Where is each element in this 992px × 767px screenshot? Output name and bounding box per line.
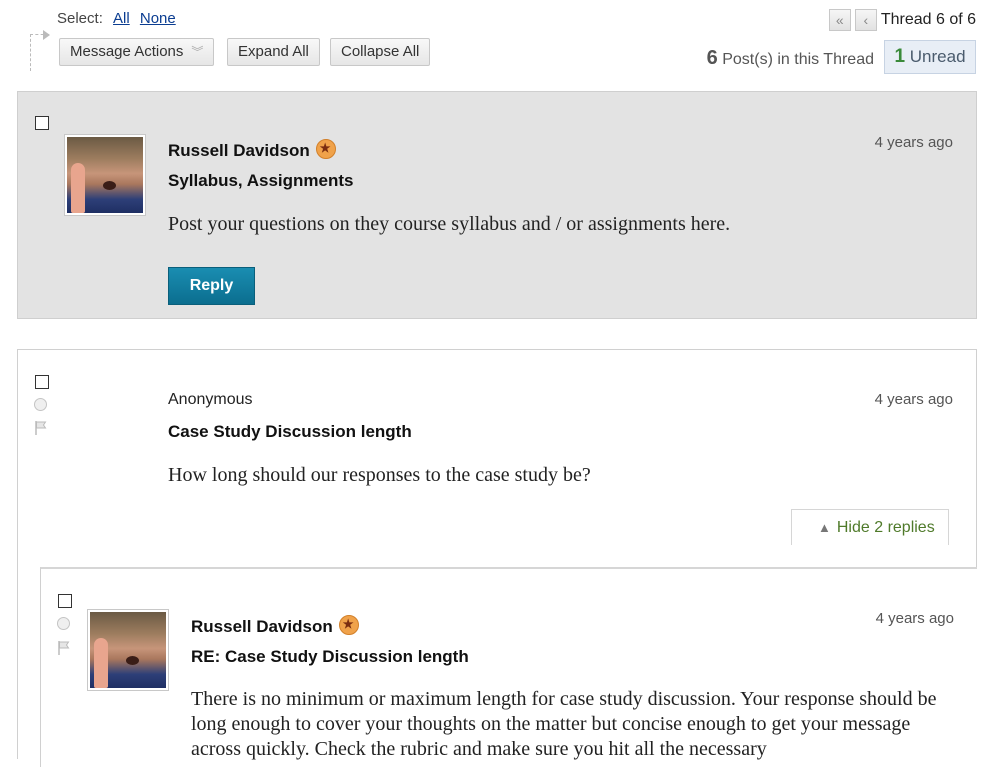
thread-position: Thread 6 of 6 bbox=[880, 11, 976, 28]
hide-replies-label: Hide 2 replies bbox=[836, 519, 935, 536]
elbow-arrow-icon bbox=[30, 30, 50, 71]
hide-replies-toggle[interactable]: ▲ Hide 2 replies bbox=[791, 509, 949, 545]
mark-read-icon[interactable] bbox=[34, 398, 47, 411]
select-row: Select: All None bbox=[57, 10, 176, 27]
post-subject: Syllabus, Assignments bbox=[168, 171, 354, 190]
message-actions-label: Message Actions bbox=[70, 43, 184, 60]
flag-icon[interactable] bbox=[33, 420, 49, 436]
post-timestamp: 4 years ago bbox=[874, 134, 953, 151]
mark-read-icon[interactable] bbox=[57, 617, 70, 630]
avatar bbox=[64, 134, 146, 216]
collapse-all-button[interactable]: Collapse All bbox=[330, 38, 431, 66]
post-checkbox[interactable] bbox=[35, 116, 49, 130]
reply-button[interactable]: Reply bbox=[168, 267, 255, 305]
post-reply: Russell Davidson RE: Case Study Discussi… bbox=[40, 567, 977, 767]
author-name: Russell Davidson bbox=[168, 141, 310, 160]
post-checkbox[interactable] bbox=[58, 594, 72, 608]
post-timestamp: 4 years ago bbox=[874, 391, 953, 408]
triangle-up-icon: ▲ bbox=[818, 520, 831, 535]
post-author: Russell Davidson bbox=[168, 139, 336, 161]
moderator-badge-icon bbox=[338, 615, 359, 635]
author-name: Russell Davidson bbox=[191, 617, 333, 636]
posts-count-number: 6 bbox=[706, 47, 718, 69]
post-subject: Case Study Discussion length bbox=[168, 422, 412, 441]
posts-count-label: Post(s) in this Thread bbox=[717, 51, 874, 68]
post-main: Russell Davidson Syllabus, Assignments P… bbox=[17, 91, 977, 319]
unread-filter[interactable]: 1 Unread bbox=[884, 40, 976, 74]
flag-icon[interactable] bbox=[56, 640, 72, 656]
unread-count: 1 bbox=[894, 46, 906, 67]
post-body: How long should our responses to the cas… bbox=[168, 464, 591, 486]
chevron-down-icon: ︾ bbox=[191, 45, 204, 59]
unread-label: Unread bbox=[905, 47, 966, 66]
previous-thread-icon[interactable]: ‹ bbox=[854, 9, 877, 31]
posts-count: 6 Post(s) in this Thread bbox=[707, 47, 874, 70]
avatar bbox=[87, 609, 169, 691]
expand-all-button[interactable]: Expand All bbox=[227, 38, 320, 66]
thread-pager: « ‹ Thread 6 of 6 bbox=[828, 9, 976, 31]
select-none-link[interactable]: None bbox=[140, 10, 176, 27]
moderator-badge-icon bbox=[315, 139, 336, 159]
post-subject: RE: Case Study Discussion length bbox=[191, 647, 469, 666]
first-thread-icon[interactable]: « bbox=[828, 9, 851, 31]
post-body: Post your questions on they course sylla… bbox=[168, 213, 731, 235]
select-all-link[interactable]: All bbox=[113, 10, 130, 27]
post-checkbox[interactable] bbox=[35, 375, 49, 389]
post-body: There is no minimum or maximum length fo… bbox=[191, 688, 937, 760]
post-timestamp: 4 years ago bbox=[875, 610, 954, 627]
message-actions-button[interactable]: Message Actions ︾ bbox=[59, 38, 215, 66]
post-author: Russell Davidson bbox=[191, 615, 359, 637]
post-author: Anonymous bbox=[168, 391, 253, 408]
select-label: Select: bbox=[57, 10, 103, 27]
